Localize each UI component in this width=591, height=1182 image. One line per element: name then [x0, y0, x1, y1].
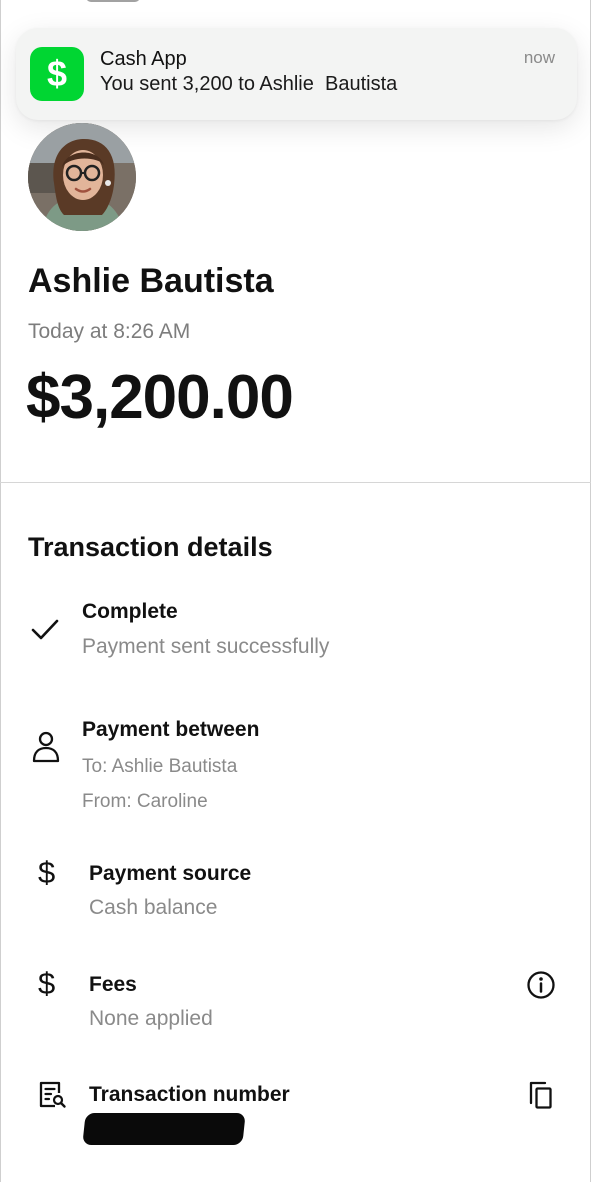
profile-photo: [28, 123, 136, 231]
status-indicators: [418, 0, 536, 2]
payment-between-title: Payment between: [82, 718, 260, 741]
status-title: Complete: [82, 600, 178, 623]
section-divider: [0, 482, 591, 483]
receipt-search-icon: [37, 1080, 67, 1115]
transaction-time: Today at 8:26 AM: [28, 320, 191, 343]
copy-icon[interactable]: [527, 1079, 555, 1116]
frame-border-left: [0, 0, 1, 1182]
status-time: [86, 0, 140, 2]
transaction-number-title: Transaction number: [89, 1083, 290, 1106]
avatar[interactable]: [28, 123, 136, 231]
checkmark-icon: [30, 617, 60, 648]
fees-title: Fees: [89, 973, 137, 996]
notification-banner[interactable]: $ Cash App You sent 3,200 to Ashlie Baut…: [16, 28, 577, 120]
person-icon: [31, 730, 61, 769]
redacted-transaction-number: [82, 1113, 246, 1145]
info-icon[interactable]: [526, 970, 556, 1005]
payment-from: From: Caroline: [82, 791, 208, 812]
transaction-amount: $3,200.00: [26, 363, 294, 432]
fees-subtitle: None applied: [89, 1007, 213, 1030]
dollar-icon: $: [38, 855, 56, 890]
notification-message: You sent 3,200 to Ashlie Bautista: [100, 73, 398, 95]
payment-source-subtitle: Cash balance: [89, 896, 218, 919]
payment-source-title: Payment source: [89, 862, 252, 885]
notification-app-name: Cash App: [100, 48, 187, 70]
transaction-details-title: Transaction details: [28, 532, 273, 562]
notification-time: now: [523, 48, 555, 67]
recipient-name: Ashlie Bautista: [28, 262, 274, 300]
payment-to: To: Ashlie Bautista: [82, 756, 238, 777]
status-bar: [0, 0, 591, 18]
cash-app-dollar-icon: $: [30, 47, 84, 101]
status-subtitle: Payment sent successfully: [82, 635, 330, 658]
dollar-icon: $: [38, 966, 56, 1001]
